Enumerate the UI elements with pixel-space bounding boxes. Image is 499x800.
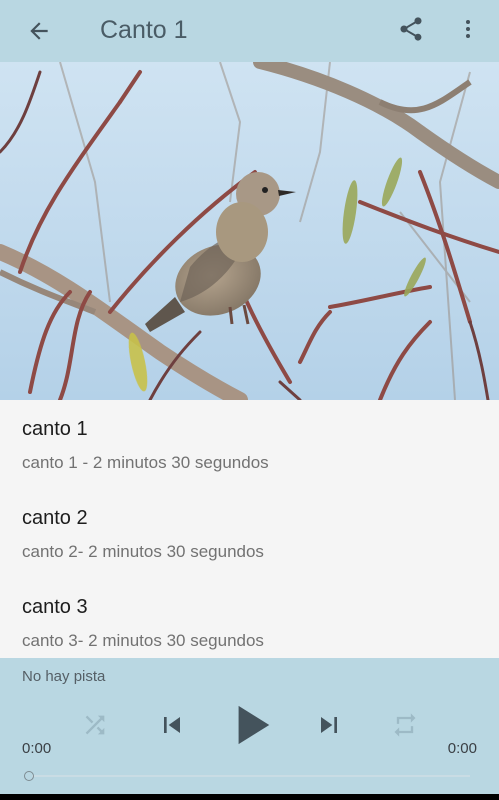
elapsed-time: 0:00 — [22, 740, 52, 757]
system-nav-strip — [0, 794, 499, 800]
track-list: canto 1 canto 1 - 2 minutos 30 segundos … — [0, 400, 499, 658]
shuffle-icon — [85, 715, 105, 735]
seek-thumb[interactable] — [24, 771, 34, 781]
share-icon — [400, 17, 422, 41]
repeat-button[interactable] — [390, 710, 420, 740]
track-title: canto 2 — [22, 507, 88, 529]
track-description: canto 1 - 2 minutos 30 segundos — [22, 453, 269, 472]
header-image — [0, 62, 499, 400]
track-item[interactable]: canto 1 canto 1 - 2 minutos 30 segundos — [0, 400, 499, 489]
bird-on-branch-photo — [0, 62, 499, 400]
track-title: canto 1 — [22, 418, 88, 440]
more-vert-icon — [466, 20, 470, 38]
more-options-button[interactable] — [456, 12, 480, 46]
app-bar: Canto 1 — [0, 0, 499, 62]
track-description: canto 2- 2 minutos 30 segundos — [22, 542, 264, 561]
shuffle-button[interactable] — [80, 710, 110, 740]
back-button[interactable] — [22, 14, 56, 48]
track-item[interactable]: canto 2 canto 2- 2 minutos 30 segundos — [0, 489, 499, 578]
arrow-back-icon — [30, 22, 48, 40]
player-status: No hay pista — [22, 668, 106, 685]
seek-rail — [32, 775, 470, 777]
repeat-icon — [394, 713, 416, 737]
play-icon — [238, 705, 270, 745]
next-button[interactable] — [312, 708, 346, 742]
skip-next-icon — [321, 717, 337, 733]
seek-bar[interactable] — [24, 770, 470, 782]
play-button[interactable] — [230, 702, 274, 748]
track-item[interactable]: canto 3 canto 3- 2 minutos 30 segundos — [0, 578, 499, 658]
share-button[interactable] — [394, 12, 428, 46]
total-time: 0:00 — [447, 740, 477, 757]
player-panel: No hay pista 0:00 0:00 — [0, 658, 499, 794]
page-title: Canto 1 — [100, 16, 188, 44]
previous-button[interactable] — [155, 708, 189, 742]
track-title: canto 3 — [22, 596, 88, 618]
skip-previous-icon — [164, 717, 180, 733]
track-description: canto 3- 2 minutos 30 segundos — [22, 631, 264, 650]
